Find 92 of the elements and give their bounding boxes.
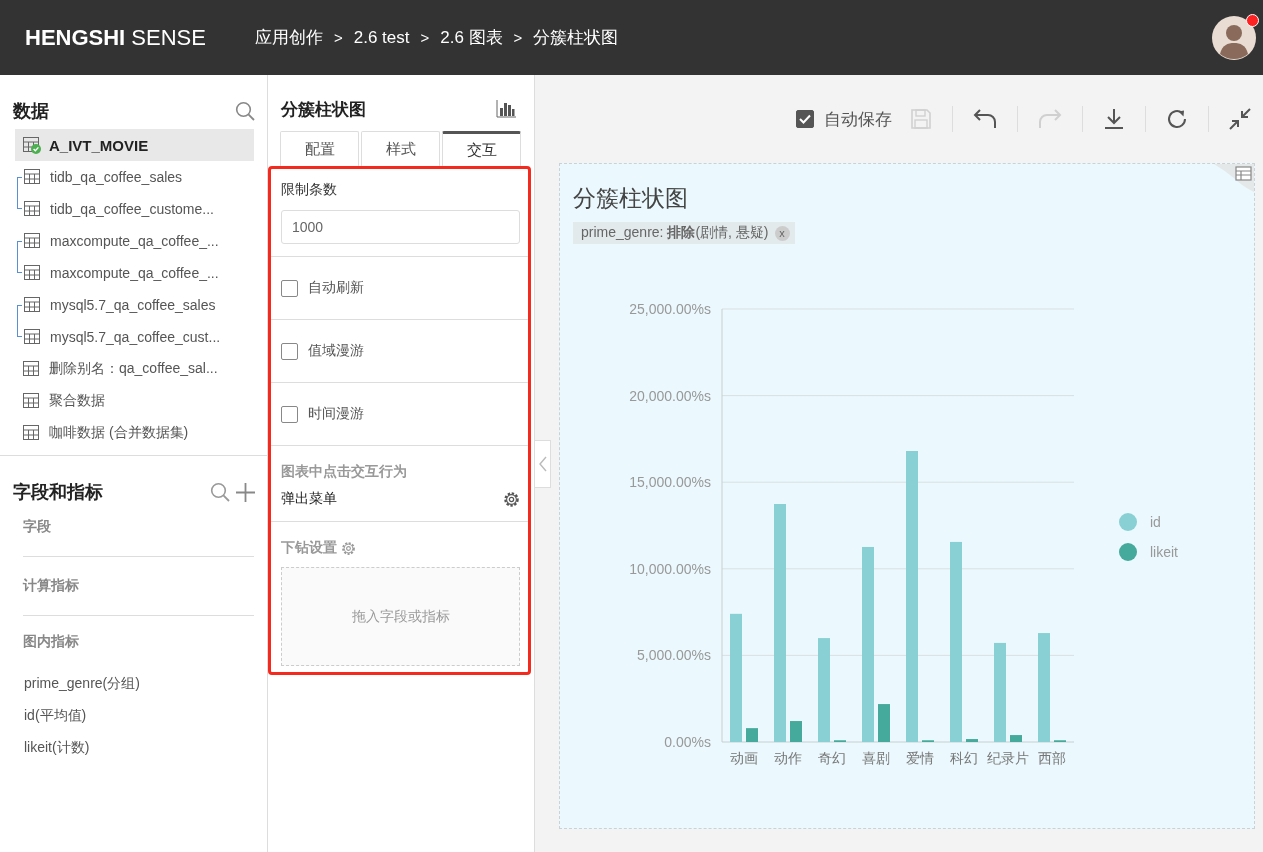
group-label: 图内指标 — [23, 632, 80, 651]
breadcrumb-link[interactable]: 2.6 test — [353, 27, 410, 48]
checkbox-label: 自动保存 — [824, 108, 892, 131]
group-label: 图表中点击交互行为 — [281, 462, 408, 481]
breadcrumb-link[interactable]: 2.6 图表 — [440, 26, 503, 49]
axis-tick-label: 25,000.00%s — [629, 301, 711, 317]
table-view-icon[interactable] — [1212, 164, 1254, 194]
axis-tick-label: 0.00%s — [664, 734, 711, 750]
axis-tick-label: 10,000.00%s — [629, 560, 711, 577]
chart-bar[interactable] — [906, 451, 918, 742]
filter-text: prime_genre: 排除(剧情, 悬疑) — [581, 224, 769, 242]
dropdown-value[interactable]: 弹出菜单 — [281, 490, 337, 508]
dataset-item[interactable]: tidb_qa_coffee_custome... — [22, 193, 254, 225]
chart-title: 分簇柱状图 — [573, 184, 689, 213]
chart-bar[interactable] — [878, 704, 890, 742]
checkbox[interactable] — [281, 279, 298, 297]
field-item[interactable]: prime_genre(分组) — [24, 668, 254, 700]
axis-category-label: 奇幻 — [818, 750, 846, 766]
chart-bar[interactable] — [1038, 633, 1050, 742]
axis-category-label: 科幻 — [950, 750, 978, 766]
section-title: 字段和指标 — [13, 481, 103, 504]
axis-category-label: 喜剧 — [862, 750, 890, 766]
undo-icon[interactable] — [973, 108, 997, 130]
checkbox[interactable] — [796, 110, 814, 128]
input-field[interactable]: 1000 — [281, 210, 520, 244]
dataset-item[interactable]: mysql5.7_qa_coffee_cust... — [22, 321, 254, 353]
checkbox-label: 值域漫游 — [308, 342, 364, 360]
tab[interactable]: 配置 — [280, 131, 359, 166]
refresh-icon[interactable] — [1166, 108, 1188, 130]
axis-tick-label: 15,000.00%s — [629, 474, 711, 491]
axis-tick-label: 20,000.00%s — [629, 387, 711, 404]
chart-bar[interactable] — [966, 739, 978, 742]
chart-bar[interactable] — [790, 721, 802, 742]
breadcrumb-link[interactable]: 分簇柱状图 — [533, 26, 619, 49]
field-label: 限制条数 — [281, 180, 338, 199]
dataset-item[interactable]: mysql5.7_qa_coffee_sales — [22, 289, 254, 321]
bracket-line — [17, 305, 22, 337]
group-label: 字段 — [23, 517, 52, 536]
chart-bar[interactable] — [994, 642, 1006, 742]
dataset-item[interactable]: maxcompute_qa_coffee_... — [22, 257, 254, 289]
legend-marker[interactable] — [1119, 513, 1137, 531]
panel-title: 分簇柱状图 — [281, 98, 366, 121]
axis-category-label: 动作 — [774, 750, 802, 766]
breadcrumb-separator: > — [513, 29, 523, 46]
logo[interactable]: HENGSHI SENSE — [25, 24, 206, 51]
bracket-line — [17, 177, 22, 209]
group-label: 下钻设置 — [281, 539, 337, 557]
section-title: 数据 — [13, 100, 49, 123]
avatar[interactable] — [1211, 14, 1257, 61]
tab[interactable]: 交互 — [442, 131, 521, 166]
group-label: 计算指标 — [23, 576, 80, 595]
chart-bar[interactable] — [818, 638, 830, 742]
checkbox-label: 自动刷新 — [308, 279, 364, 297]
field-item[interactable]: likeit(计数) — [24, 732, 254, 764]
chart-bar[interactable] — [730, 613, 742, 742]
chart-bar[interactable] — [1010, 735, 1022, 742]
chart-bar[interactable] — [774, 504, 786, 742]
remove-filter-button[interactable]: x — [774, 225, 790, 241]
chart-bar[interactable] — [746, 728, 758, 742]
chart-bar[interactable] — [950, 541, 962, 742]
collapse-handle[interactable] — [535, 439, 551, 488]
search-icon[interactable] — [210, 482, 230, 502]
bar-chart-icon[interactable] — [496, 100, 516, 118]
checkbox[interactable] — [281, 342, 298, 360]
axis-category-label: 西部 — [1038, 750, 1066, 766]
filter-tag[interactable]: prime_genre: 排除(剧情, 悬疑) x — [573, 222, 795, 244]
legend-marker[interactable] — [1119, 543, 1137, 561]
breadcrumb-separator: > — [333, 29, 343, 46]
settings-icon[interactable] — [503, 490, 520, 508]
tab[interactable]: 样式 — [361, 131, 440, 166]
collapse-icon[interactable] — [1229, 108, 1251, 130]
checkbox[interactable] — [281, 405, 298, 423]
dataset-item[interactable]: 聚合数据 — [15, 385, 254, 417]
dataset-item[interactable]: 咖啡数据 (合并数据集) — [15, 417, 254, 449]
dataset-item[interactable]: A_IVT_MOVIE — [15, 129, 254, 161]
breadcrumb-link[interactable]: 应用创作 — [254, 26, 323, 49]
dataset-item[interactable]: maxcompute_qa_coffee_... — [22, 225, 254, 257]
axis-category-label: 爱情 — [906, 750, 934, 766]
search-icon[interactable] — [235, 101, 255, 121]
axis-tick-label: 5,000.00%s — [637, 647, 711, 664]
bracket-line — [17, 241, 22, 273]
field-item[interactable]: id(平均值) — [24, 700, 254, 732]
dataset-item[interactable]: tidb_qa_coffee_sales — [22, 161, 254, 193]
download-icon[interactable] — [1103, 108, 1125, 130]
add-icon[interactable] — [236, 482, 255, 502]
axis-category-label: 动画 — [730, 750, 758, 766]
axis-category-label: 纪录片 — [987, 750, 1029, 766]
checkbox-label: 时间漫游 — [308, 405, 364, 423]
chart-bar[interactable] — [862, 547, 874, 742]
chevron-left-icon — [538, 455, 547, 472]
breadcrumb-separator: > — [420, 29, 430, 46]
dataset-item[interactable]: 删除别名：qa_coffee_sal... — [15, 353, 254, 385]
